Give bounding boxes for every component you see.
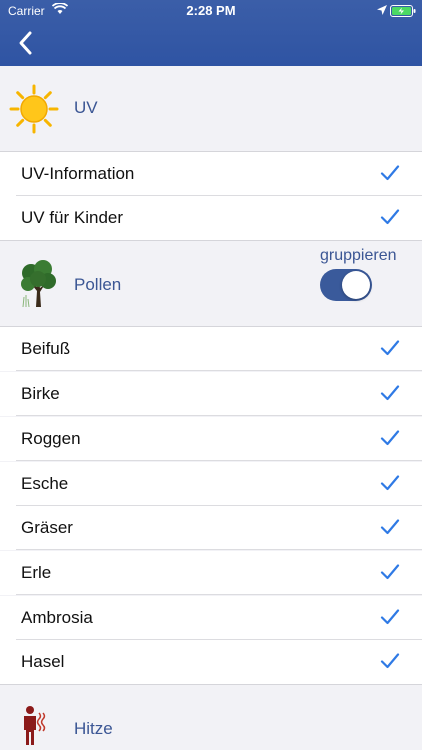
checkmark-icon: [380, 165, 400, 181]
hitze-section-header: Hitze: [0, 685, 422, 750]
location-arrow-icon: [377, 5, 387, 15]
row-separator: [16, 594, 422, 595]
list-item-beifuss[interactable]: Beifuß: [0, 327, 422, 371]
list-item-label: Gräser: [21, 518, 73, 537]
list-item-label: UV für Kinder: [21, 208, 124, 227]
heat-person-icon: [24, 706, 46, 745]
sun-icon: [9, 84, 59, 134]
list-item-birke[interactable]: Birke: [0, 372, 422, 416]
list-item-uv-kinder[interactable]: UV für Kinder: [0, 196, 422, 240]
back-button[interactable]: [16, 30, 48, 60]
list-item-label: Ambrosia: [21, 608, 93, 627]
list-item-label: Roggen: [21, 429, 81, 448]
checkmark-icon: [380, 385, 400, 401]
navigation-bar: Carrier 2:28 PM: [0, 0, 422, 66]
list-item-label: Esche: [21, 474, 69, 493]
status-time: 2:28 PM: [186, 3, 236, 18]
list-item-hasel[interactable]: Hasel: [0, 640, 422, 684]
list-item-label: Birke: [21, 384, 60, 403]
list-item-uv-information[interactable]: UV-Information: [0, 152, 422, 196]
hitze-section-title: Hitze: [74, 719, 113, 738]
uv-section-title: UV: [74, 98, 98, 117]
list-item-label: UV-Information: [21, 164, 135, 183]
checkmark-icon: [380, 564, 400, 580]
group-toggle[interactable]: [320, 269, 372, 301]
list-item-graeser[interactable]: Gräser: [0, 506, 422, 550]
status-bar: Carrier 2:28 PM: [0, 0, 422, 24]
tree-icon: [21, 260, 56, 308]
row-separator: [16, 460, 422, 461]
uv-section-header: UV: [0, 66, 422, 151]
checkmark-icon: [380, 475, 400, 491]
list-item-ambrosia[interactable]: Ambrosia: [0, 596, 422, 640]
checkmark-icon: [380, 653, 400, 669]
checkmark-icon: [380, 340, 400, 356]
row-separator: [16, 549, 422, 550]
row-separator: [16, 415, 422, 416]
list-item-label: Beifuß: [21, 339, 71, 358]
list-item-label: Hasel: [21, 652, 65, 671]
list-item-label: Erle: [21, 563, 52, 582]
group-toggle-label: gruppieren: [320, 247, 397, 264]
checkmark-icon: [380, 430, 400, 446]
pollen-section-title: Pollen: [74, 275, 122, 294]
chevron-left-icon: [19, 31, 32, 55]
checkmark-icon: [380, 209, 400, 225]
toggle-knob: [342, 271, 370, 299]
checkmark-icon: [380, 609, 400, 625]
list-item-roggen[interactable]: Roggen: [0, 417, 422, 461]
list-item-erle[interactable]: Erle: [0, 551, 422, 595]
checkmark-icon: [380, 519, 400, 535]
row-separator: [16, 370, 422, 371]
list-item-esche[interactable]: Esche: [0, 462, 422, 506]
battery-icon: [390, 5, 416, 17]
